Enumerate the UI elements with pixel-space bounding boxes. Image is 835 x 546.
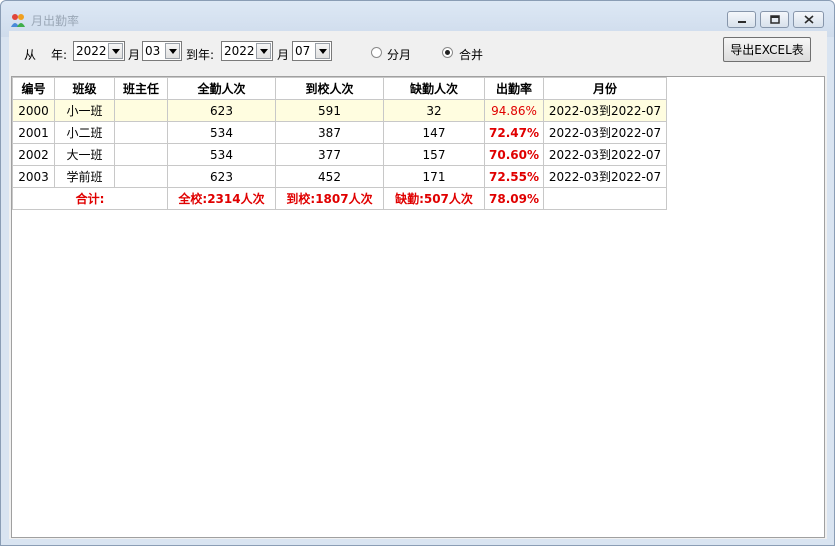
cell-teacher[interactable]: [114, 99, 168, 122]
cell-arrived[interactable]: 452: [275, 165, 384, 188]
table-header-row: 编号 班级 班主任 全勤人次 到校人次 缺勤人次 出勤率 月份: [12, 77, 667, 100]
header-arrived[interactable]: 到校人次: [275, 77, 384, 100]
header-full[interactable]: 全勤人次: [167, 77, 276, 100]
to-year-value: 2022: [224, 44, 255, 58]
total-month-empty[interactable]: [543, 187, 667, 210]
close-button[interactable]: [793, 11, 824, 28]
export-excel-button[interactable]: 导出EXCEL表: [723, 37, 811, 62]
client-area: 从 年: 2022 月 03 到年: 2022 月 07 分月 合并 导出EXC…: [9, 31, 827, 539]
window-title: 月出勤率: [31, 14, 80, 28]
total-full[interactable]: 全校:2314人次: [167, 187, 276, 210]
cell-absent[interactable]: 147: [383, 121, 485, 144]
to-year-label: 到年:: [186, 48, 215, 62]
maximize-button[interactable]: [760, 11, 789, 28]
filter-toolbar: 从 年: 2022 月 03 到年: 2022 月 07 分月 合并 导出EXC…: [9, 31, 827, 69]
year-label: 年:: [51, 48, 68, 62]
header-id[interactable]: 编号: [12, 77, 55, 100]
radio-by-month[interactable]: [371, 47, 382, 58]
data-grid[interactable]: 编号 班级 班主任 全勤人次 到校人次 缺勤人次 出勤率 月份 2000 小一班: [11, 76, 825, 538]
chevron-down-icon[interactable]: [165, 43, 180, 59]
radio-merge[interactable]: [442, 47, 453, 58]
table-row[interactable]: 2003 学前班 623 452 171 72.55% 2022-03到2022…: [12, 165, 667, 188]
from-year-select[interactable]: 2022: [73, 41, 125, 61]
cell-full[interactable]: 534: [167, 121, 276, 144]
cell-rate[interactable]: 72.55%: [484, 165, 544, 188]
chevron-down-icon[interactable]: [315, 43, 330, 59]
cell-teacher[interactable]: [114, 121, 168, 144]
header-absent[interactable]: 缺勤人次: [383, 77, 485, 100]
table-row[interactable]: 2000 小一班 623 591 32 94.86% 2022-03到2022-…: [12, 99, 667, 122]
from-year-value: 2022: [76, 44, 107, 58]
total-label[interactable]: 合计:: [12, 187, 168, 210]
header-rate[interactable]: 出勤率: [484, 77, 544, 100]
cell-month[interactable]: 2022-03到2022-07: [543, 99, 667, 122]
minimize-button[interactable]: [727, 11, 756, 28]
cell-full[interactable]: 623: [167, 165, 276, 188]
cell-absent[interactable]: 157: [383, 143, 485, 166]
cell-arrived[interactable]: 591: [275, 99, 384, 122]
close-icon: [803, 15, 814, 24]
cell-id[interactable]: 2003: [12, 165, 55, 188]
cell-full[interactable]: 623: [167, 99, 276, 122]
minimize-icon: [737, 20, 746, 23]
total-row[interactable]: 合计: 全校:2314人次 到校:1807人次 缺勤:507人次 78.09%: [12, 187, 667, 210]
cell-id[interactable]: 2000: [12, 99, 55, 122]
cell-month[interactable]: 2022-03到2022-07: [543, 121, 667, 144]
main-window: 月出勤率 从 年: 2022 月 03 到年: 2022 月 07 分月 合并 …: [0, 0, 835, 546]
from-label: 从: [24, 48, 37, 62]
cell-arrived[interactable]: 387: [275, 121, 384, 144]
cell-arrived[interactable]: 377: [275, 143, 384, 166]
cell-absent[interactable]: 171: [383, 165, 485, 188]
total-arrived[interactable]: 到校:1807人次: [275, 187, 384, 210]
people-icon: [11, 14, 25, 27]
to-month-select[interactable]: 07: [292, 41, 332, 61]
cell-class[interactable]: 大一班: [54, 143, 115, 166]
cell-rate[interactable]: 94.86%: [484, 99, 544, 122]
from-month-value: 03: [145, 44, 161, 58]
cell-rate[interactable]: 70.60%: [484, 143, 544, 166]
cell-month[interactable]: 2022-03到2022-07: [543, 165, 667, 188]
table-row[interactable]: 2001 小二班 534 387 147 72.47% 2022-03到2022…: [12, 121, 667, 144]
cell-absent[interactable]: 32: [383, 99, 485, 122]
to-month-value: 07: [295, 44, 311, 58]
from-month-label: 月: [128, 48, 141, 62]
cell-class[interactable]: 小二班: [54, 121, 115, 144]
radio-merge-label[interactable]: 合并: [459, 46, 483, 63]
total-rate[interactable]: 78.09%: [484, 187, 544, 210]
cell-full[interactable]: 534: [167, 143, 276, 166]
cell-rate[interactable]: 72.47%: [484, 121, 544, 144]
radio-by-month-label[interactable]: 分月: [387, 46, 411, 63]
to-month-label: 月: [277, 48, 290, 62]
cell-class[interactable]: 小一班: [54, 99, 115, 122]
cell-id[interactable]: 2001: [12, 121, 55, 144]
total-absent[interactable]: 缺勤:507人次: [383, 187, 485, 210]
table-row[interactable]: 2002 大一班 534 377 157 70.60% 2022-03到2022…: [12, 143, 667, 166]
header-teacher[interactable]: 班主任: [114, 77, 168, 100]
attendance-table: 编号 班级 班主任 全勤人次 到校人次 缺勤人次 出勤率 月份 2000 小一班: [12, 77, 667, 210]
cell-teacher[interactable]: [114, 143, 168, 166]
chevron-down-icon[interactable]: [256, 43, 271, 59]
to-year-select[interactable]: 2022: [221, 41, 273, 61]
maximize-icon: [769, 15, 780, 24]
header-class[interactable]: 班级: [54, 77, 115, 100]
cell-class[interactable]: 学前班: [54, 165, 115, 188]
cell-id[interactable]: 2002: [12, 143, 55, 166]
header-month[interactable]: 月份: [543, 77, 667, 100]
cell-teacher[interactable]: [114, 165, 168, 188]
cell-month[interactable]: 2022-03到2022-07: [543, 143, 667, 166]
chevron-down-icon[interactable]: [108, 43, 123, 59]
from-month-select[interactable]: 03: [142, 41, 182, 61]
